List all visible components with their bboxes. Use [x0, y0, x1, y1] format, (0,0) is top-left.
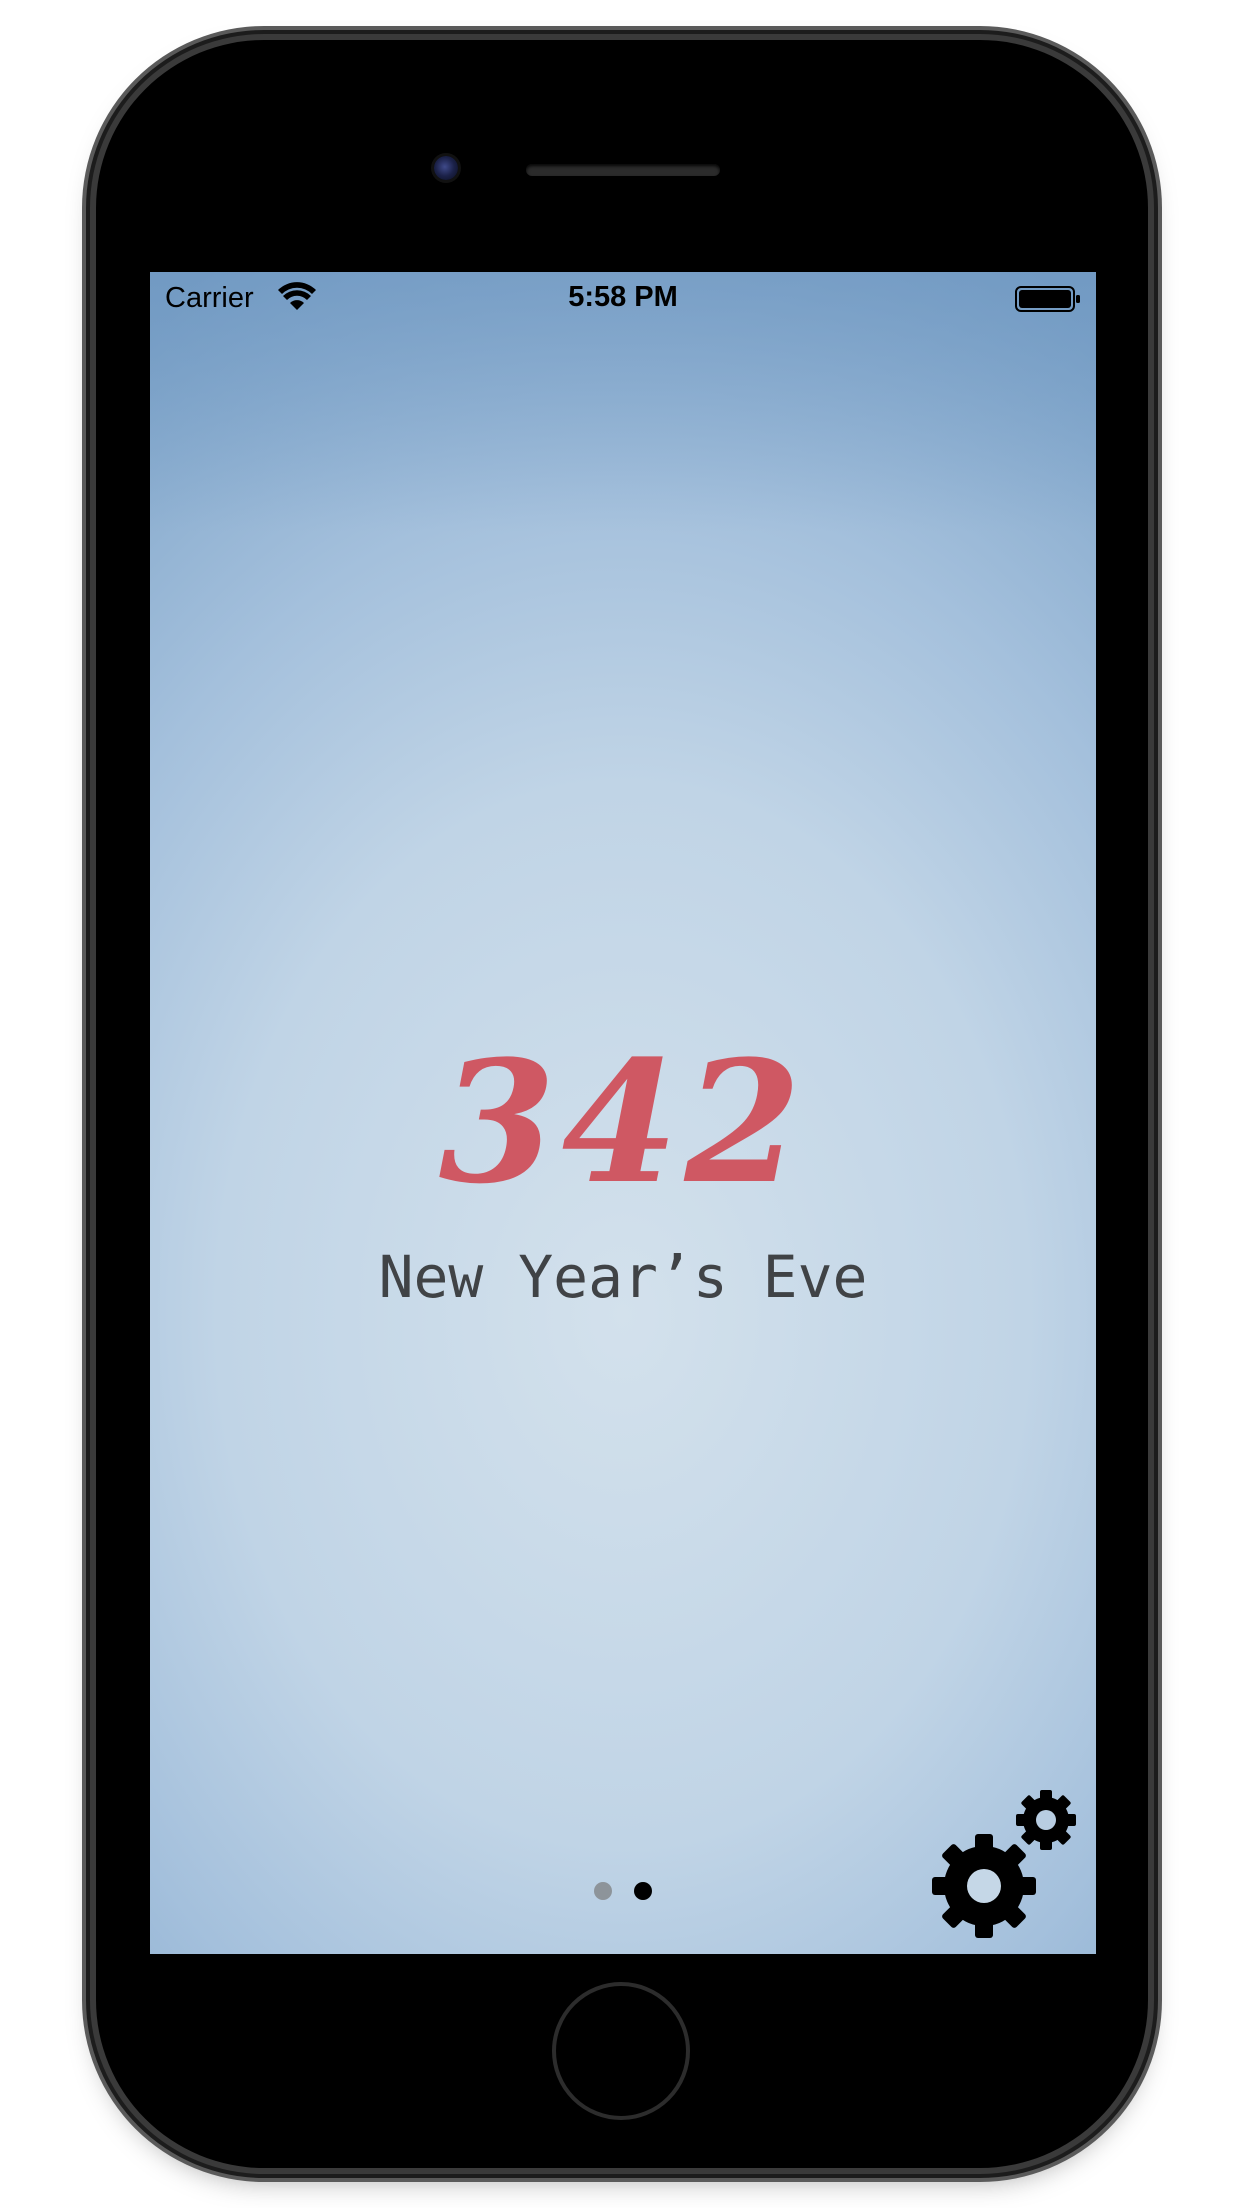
status-bar: Carrier 5:58 PM — [150, 272, 1096, 328]
page-dot-1[interactable] — [594, 1882, 612, 1900]
settings-gears-icon[interactable] — [928, 1788, 1084, 1944]
app-screen: Carrier 5:58 PM 342 New Year’s Eve — [150, 272, 1096, 1954]
page-dot-2[interactable] — [634, 1882, 652, 1900]
earpiece-speaker — [526, 164, 720, 176]
home-button[interactable] — [552, 1982, 690, 2120]
device-mockup: Carrier 5:58 PM 342 New Year’s Eve — [0, 0, 1242, 2208]
event-title: New Year’s Eve — [378, 1243, 868, 1311]
front-camera — [434, 156, 458, 180]
battery-icon — [1015, 286, 1080, 312]
days-counter: 342 — [438, 1023, 808, 1221]
status-time: 5:58 PM — [568, 281, 678, 313]
